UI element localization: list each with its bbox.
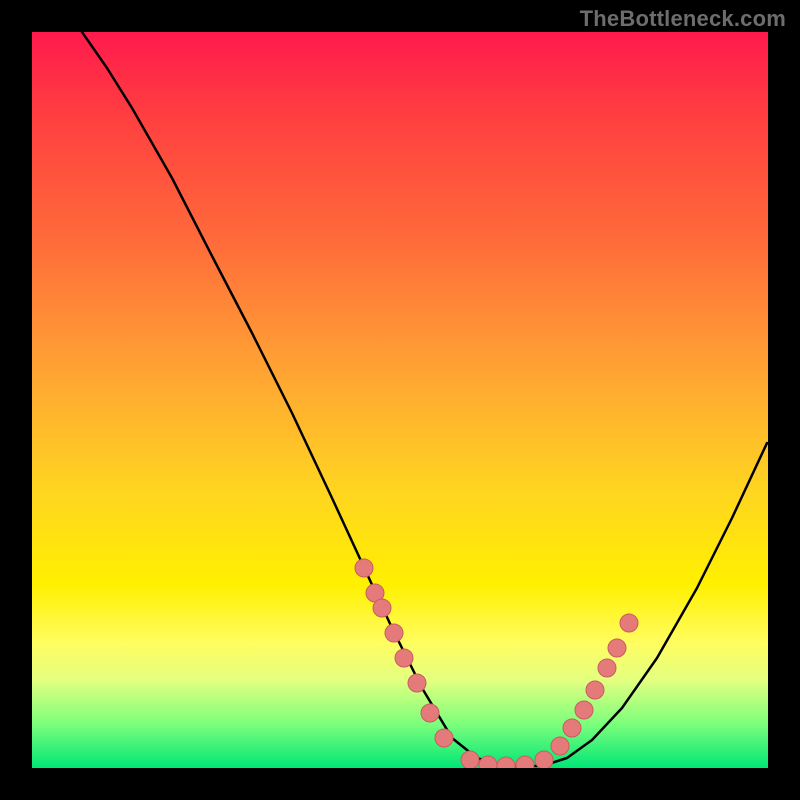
chart-svg bbox=[32, 32, 768, 768]
data-point bbox=[586, 681, 604, 699]
data-point bbox=[535, 751, 553, 768]
data-point bbox=[598, 659, 616, 677]
data-point bbox=[608, 639, 626, 657]
data-point bbox=[497, 757, 515, 768]
curve-layer bbox=[82, 32, 767, 766]
data-point bbox=[516, 756, 534, 768]
data-point bbox=[461, 751, 479, 768]
data-point bbox=[620, 614, 638, 632]
watermark-text: TheBottleneck.com bbox=[580, 6, 786, 32]
chart-frame: TheBottleneck.com bbox=[0, 0, 800, 800]
data-point bbox=[563, 719, 581, 737]
data-point bbox=[408, 674, 426, 692]
data-point bbox=[355, 559, 373, 577]
plot-area bbox=[32, 32, 768, 768]
data-point bbox=[385, 624, 403, 642]
data-point bbox=[551, 737, 569, 755]
data-point bbox=[421, 704, 439, 722]
data-point bbox=[575, 701, 593, 719]
data-point bbox=[395, 649, 413, 667]
data-point bbox=[373, 599, 391, 617]
bottleneck-curve bbox=[82, 32, 767, 766]
data-point bbox=[479, 756, 497, 768]
data-point bbox=[435, 729, 453, 747]
